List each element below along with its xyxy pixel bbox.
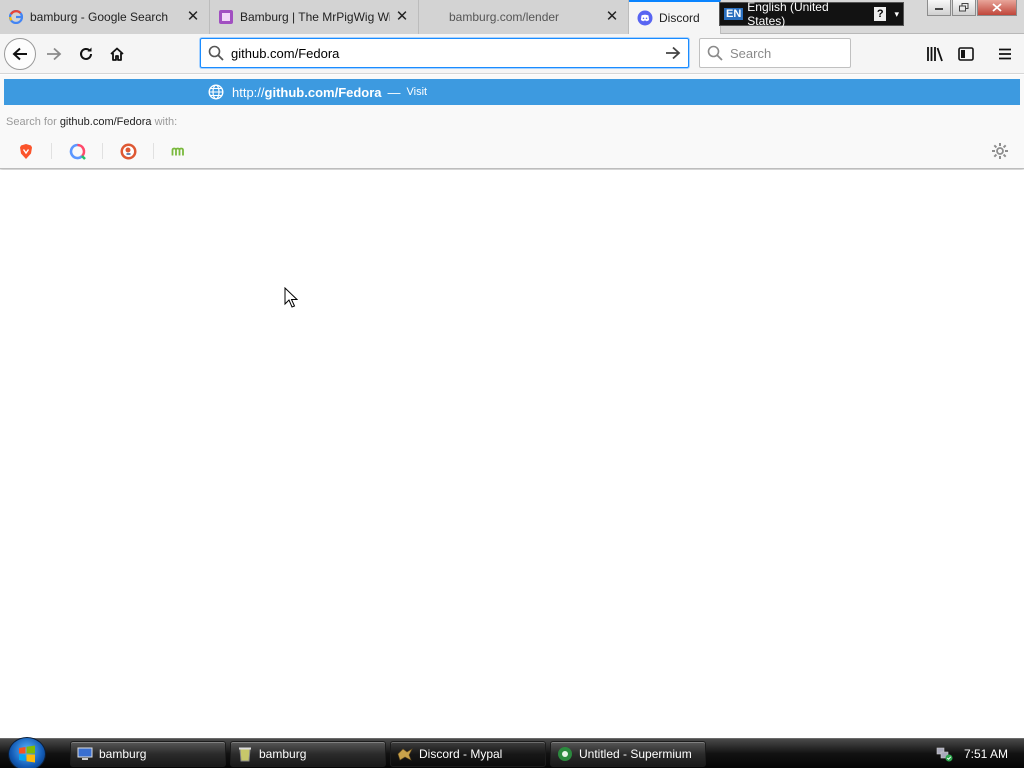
taskbar-item-label: Discord - Mypal xyxy=(419,747,503,761)
taskbar-item-label: bamburg xyxy=(99,747,147,761)
engine-divider xyxy=(51,143,52,159)
url-input[interactable] xyxy=(231,40,658,66)
recycle-bin-icon xyxy=(237,746,253,762)
search-input[interactable] xyxy=(730,45,850,61)
autocomplete-popup: http://github.com/Fedora — Visit Search … xyxy=(0,75,1024,169)
forward-button[interactable] xyxy=(40,40,68,68)
taskbar-item-label: Untitled - Supermium xyxy=(579,747,692,761)
tab-title: bamburg.com/lender xyxy=(449,10,560,24)
tab-strip: bamburg - Google Search ✕ Bamburg | The … xyxy=(0,0,1024,34)
wiki-icon xyxy=(218,9,234,25)
close-window-button[interactable] xyxy=(977,0,1017,16)
clock[interactable]: 7:51 AM xyxy=(964,747,1008,761)
engine-divider xyxy=(102,143,103,159)
library-button[interactable] xyxy=(921,40,949,68)
search-with-label: Search for github.com/Fedora with: xyxy=(6,116,178,128)
language-code: EN xyxy=(724,8,744,20)
engine-divider xyxy=(153,143,154,159)
tab-lender[interactable]: bamburg.com/lender ✕ xyxy=(419,0,629,34)
restore-button[interactable] xyxy=(952,0,976,16)
help-icon[interactable]: ? xyxy=(874,7,887,21)
mypal-icon xyxy=(397,746,413,762)
tab-title: Discord xyxy=(659,11,700,25)
tab-title: Bamburg | The MrPigWig Wiki xyxy=(240,10,390,24)
supermium-icon xyxy=(557,746,573,762)
discord-icon xyxy=(637,10,653,26)
minimize-button[interactable] xyxy=(927,0,951,16)
close-tab-icon[interactable]: ✕ xyxy=(185,9,201,25)
mouse-cursor-icon xyxy=(284,286,299,311)
back-button[interactable] xyxy=(4,38,36,70)
windows-logo-icon xyxy=(19,745,35,763)
network-icon[interactable] xyxy=(936,745,954,763)
language-label: English (United States) xyxy=(747,0,829,28)
home-icon xyxy=(110,47,124,61)
windows-taskbar: bamburg bamburg Discord - Mypal Untitled… xyxy=(0,737,1024,768)
suggestion-separator: — xyxy=(387,84,401,100)
url-suggestion-row[interactable]: http://github.com/Fedora — Visit xyxy=(4,79,1020,105)
sidebar-button[interactable] xyxy=(952,40,980,68)
close-tab-icon[interactable]: ✕ xyxy=(394,9,410,25)
tab-discord[interactable]: Discord xyxy=(629,0,721,34)
hamburger-menu-icon xyxy=(999,48,1011,60)
back-arrow-icon xyxy=(12,47,27,61)
reload-button[interactable] xyxy=(72,40,100,68)
start-button[interactable] xyxy=(8,737,46,768)
browser-screen: bamburg - Google Search ✕ Bamburg | The … xyxy=(0,0,1024,768)
navigation-toolbar xyxy=(0,34,1024,74)
library-icon xyxy=(927,47,943,62)
one-off-search-engines xyxy=(0,137,1024,165)
tab-title: bamburg - Google Search xyxy=(30,10,169,24)
go-arrow-icon xyxy=(666,46,681,60)
suggestion-action: Visit xyxy=(406,86,428,98)
home-button[interactable] xyxy=(103,40,131,68)
close-tab-icon[interactable]: ✕ xyxy=(604,9,620,25)
tab-google-search[interactable]: bamburg - Google Search ✕ xyxy=(0,0,210,34)
mojeek-icon[interactable] xyxy=(163,139,195,163)
chevron-down-icon[interactable]: ▾ xyxy=(894,9,899,20)
taskbar-item-label: bamburg xyxy=(259,747,307,761)
suggestion-url: http://github.com/Fedora xyxy=(232,84,382,100)
brave-icon[interactable] xyxy=(10,139,42,163)
search-icon xyxy=(201,39,231,67)
taskbar-item-discord-mypal[interactable]: Discord - Mypal xyxy=(390,741,546,767)
search-bar[interactable] xyxy=(699,38,851,68)
computer-icon xyxy=(77,746,93,762)
page-content-area xyxy=(0,170,1024,737)
language-bar[interactable]: EN English (United States) ? ▾ xyxy=(719,0,904,28)
taskbar-item-supermium[interactable]: Untitled - Supermium xyxy=(550,741,706,767)
search-settings-gear-icon[interactable] xyxy=(990,141,1010,161)
tab-wiki[interactable]: Bamburg | The MrPigWig Wiki ✕ xyxy=(210,0,419,34)
taskbar-item-bamburg-1[interactable]: bamburg xyxy=(70,741,226,767)
menu-button[interactable] xyxy=(991,40,1019,68)
system-tray: 7:51 AM xyxy=(924,739,1024,768)
go-arrow-button[interactable] xyxy=(658,39,688,67)
forward-arrow-icon xyxy=(47,47,62,61)
minimize-icon xyxy=(935,7,943,10)
reload-icon xyxy=(80,47,92,60)
sidebar-icon xyxy=(958,47,974,61)
taskbar-item-bamburg-2[interactable]: bamburg xyxy=(230,741,386,767)
restore-icon xyxy=(959,3,969,12)
search-icon xyxy=(700,45,730,61)
url-bar[interactable] xyxy=(200,38,689,68)
duckduckgo-icon[interactable] xyxy=(112,139,144,163)
close-icon xyxy=(992,3,1002,12)
google-g-icon xyxy=(8,9,24,25)
qwant-icon[interactable] xyxy=(61,139,93,163)
globe-icon xyxy=(208,84,224,100)
